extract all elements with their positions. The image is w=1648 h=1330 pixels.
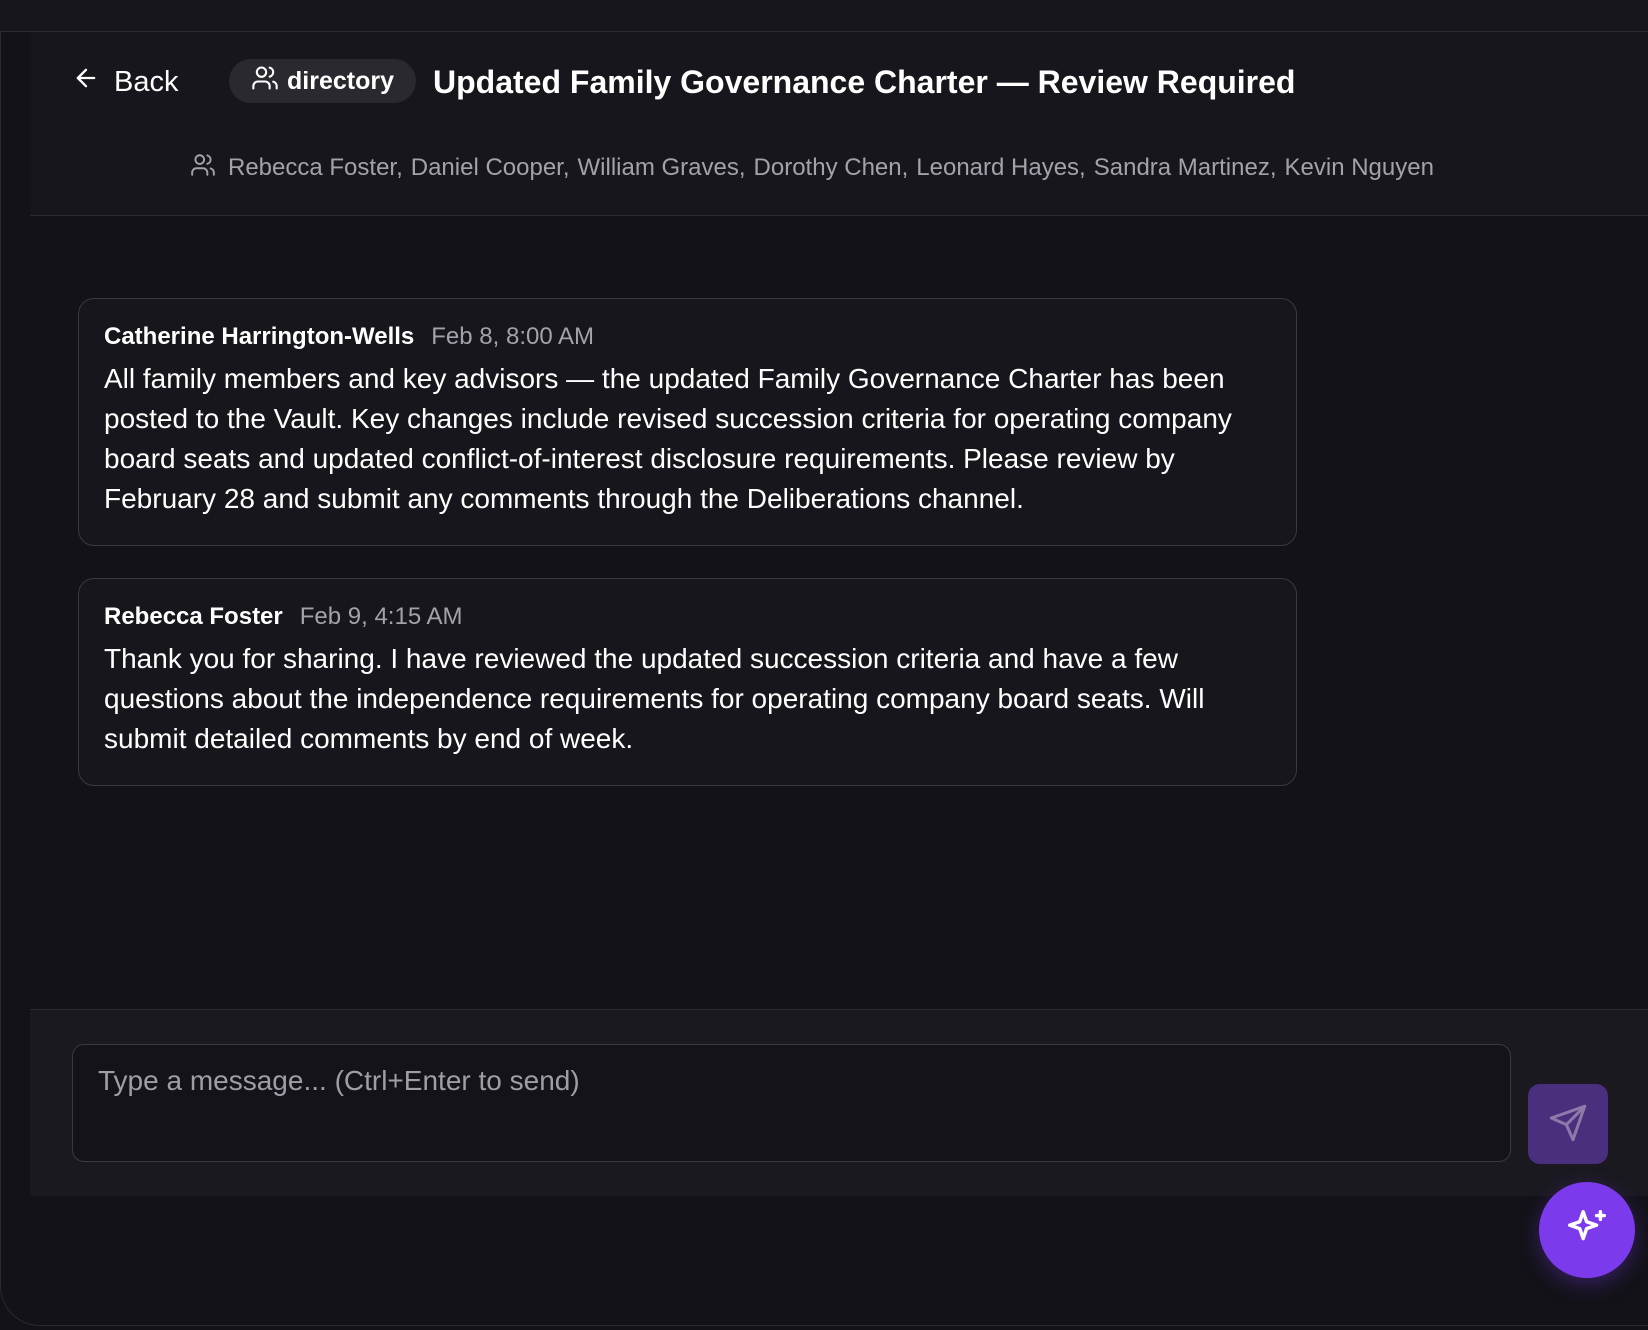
message-meta: Catherine Harrington-Wells Feb 8, 8:00 A…	[104, 323, 1272, 351]
message-card: Catherine Harrington-Wells Feb 8, 8:00 A…	[78, 298, 1297, 546]
participant-name: Dorothy Chen,	[753, 154, 909, 181]
message-timestamp: Feb 8, 8:00 AM	[431, 323, 595, 350]
message-timestamp: Feb 9, 4:15 AM	[299, 603, 463, 630]
participant-name: Rebecca Foster,	[228, 154, 403, 181]
message-composer	[30, 1009, 1648, 1196]
participant-name: Daniel Cooper,	[410, 154, 570, 181]
channel-chip-label: directory	[287, 66, 394, 95]
channel-chip[interactable]: directory	[229, 59, 416, 103]
ai-assistant-button[interactable]	[1539, 1182, 1635, 1278]
message-body: All family members and key advisors — th…	[104, 363, 1232, 514]
thread-title: Updated Family Governance Charter — Revi…	[433, 63, 1296, 100]
participant-name: Sandra Martinez,	[1093, 154, 1277, 181]
send-button[interactable]	[1528, 1084, 1608, 1164]
back-button[interactable]: Back	[72, 60, 178, 104]
message-author: Catherine Harrington-Wells	[104, 323, 415, 350]
message-author: Rebecca Foster	[104, 603, 283, 630]
back-label: Back	[114, 65, 179, 98]
message-list: Catherine Harrington-Wells Feb 8, 8:00 A…	[78, 298, 1297, 818]
message-input[interactable]	[72, 1044, 1511, 1162]
participant-name: Leonard Hayes,	[916, 154, 1086, 181]
users-icon	[251, 64, 279, 99]
top-bar	[0, 0, 1648, 32]
participants-list: Rebecca Foster, Daniel Cooper, William G…	[190, 151, 1434, 185]
participant-name: William Graves,	[577, 154, 746, 181]
arrow-left-icon	[72, 64, 100, 100]
message-meta: Rebecca Foster Feb 9, 4:15 AM	[104, 603, 1272, 631]
message-body: Thank you for sharing. I have reviewed t…	[104, 643, 1205, 754]
users-icon	[190, 152, 220, 185]
message-card: Rebecca Foster Feb 9, 4:15 AM Thank you …	[78, 578, 1297, 786]
participant-name: Kevin Nguyen	[1284, 154, 1434, 181]
send-icon	[1548, 1103, 1588, 1146]
sparkles-icon	[1564, 1206, 1610, 1255]
